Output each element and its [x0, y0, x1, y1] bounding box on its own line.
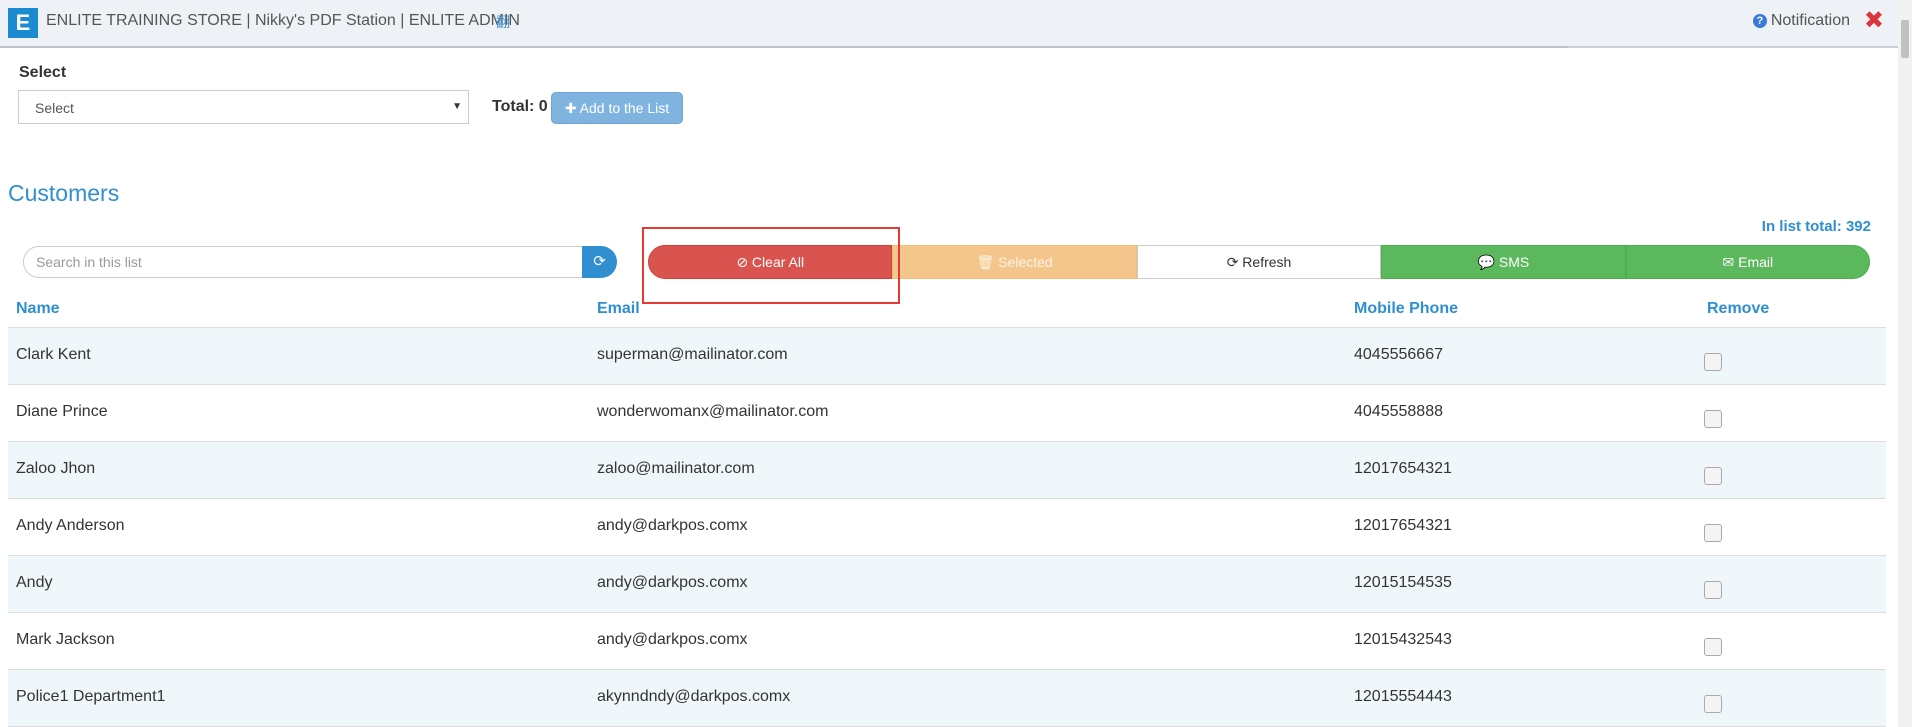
- cell-email: andy@darkpos.comx: [597, 631, 748, 648]
- translate-icon[interactable]: 翻: [496, 12, 510, 32]
- cell-phone: 12017654321: [1354, 517, 1452, 534]
- table-row: Diane Prince wonderwomanx@mailinator.com…: [8, 385, 1886, 442]
- cell-email: zaloo@mailinator.com: [597, 460, 755, 477]
- column-header-email[interactable]: Email: [597, 300, 640, 318]
- vertical-scrollbar[interactable]: [1898, 0, 1912, 727]
- scrollbar-thumb[interactable]: [1901, 20, 1909, 58]
- remove-checkbox[interactable]: [1704, 638, 1722, 656]
- list-total: In list total: 392: [1761, 218, 1871, 235]
- cell-name: Diane Prince: [16, 403, 108, 420]
- cell-name: Andy: [16, 574, 53, 591]
- notification-link[interactable]: ? Notification: [1752, 12, 1850, 30]
- question-circle-icon: ?: [1752, 14, 1767, 28]
- remove-checkbox[interactable]: [1704, 410, 1722, 428]
- remove-checkbox[interactable]: [1704, 581, 1722, 599]
- column-header-name[interactable]: Name: [16, 300, 60, 318]
- sms-button[interactable]: 💬 SMS: [1381, 245, 1626, 279]
- search-input[interactable]: [23, 246, 583, 278]
- close-icon[interactable]: ✖: [1864, 6, 1884, 35]
- table-row: Andy andy@darkpos.comx 12015154535: [8, 556, 1886, 613]
- remove-selected-button[interactable]: 🗑 Selected: [892, 245, 1137, 279]
- action-button-group: ⊘ Clear All 🗑 Selected ⟳ Refresh 💬 SMS ✉…: [648, 245, 1871, 279]
- remove-checkbox[interactable]: [1704, 695, 1722, 713]
- cell-phone: 12015554443: [1354, 688, 1452, 705]
- column-header-phone[interactable]: Mobile Phone: [1354, 300, 1458, 318]
- section-title: Customers: [8, 180, 120, 206]
- select-value: Select: [35, 100, 74, 116]
- email-button[interactable]: ✉ Email: [1625, 245, 1871, 279]
- refresh-button[interactable]: ⟳ Refresh: [1136, 245, 1382, 279]
- table-row: Police1 Department1 akynndndy@darkpos.co…: [8, 670, 1886, 727]
- cell-email: andy@darkpos.comx: [597, 574, 748, 591]
- remove-checkbox[interactable]: [1704, 467, 1722, 485]
- cell-name: Zaloo Jhon: [16, 460, 96, 477]
- caret-down-icon: ▼: [452, 101, 462, 112]
- cell-name: Clark Kent: [16, 346, 91, 363]
- cell-phone: 12017654321: [1354, 460, 1452, 477]
- refresh-icon: ⟳: [593, 253, 606, 270]
- cell-name: Police1 Department1: [16, 688, 166, 705]
- cell-phone: 12015432543: [1354, 631, 1452, 648]
- enlite-logo: E: [8, 8, 38, 38]
- top-bar: E ENLITE TRAINING STORE | Nikky's PDF St…: [0, 0, 1912, 48]
- table-row: Andy Anderson andy@darkpos.comx 12017654…: [8, 499, 1886, 556]
- notification-label: Notification: [1770, 12, 1850, 29]
- cell-email: superman@mailinator.com: [597, 346, 788, 363]
- column-header-remove[interactable]: Remove: [1707, 300, 1769, 318]
- search-group: ⟳: [23, 246, 617, 278]
- cell-email: wonderwomanx@mailinator.com: [597, 403, 829, 420]
- remove-checkbox[interactable]: [1704, 353, 1722, 371]
- remove-checkbox[interactable]: [1704, 524, 1722, 542]
- select-label: Select: [19, 64, 67, 81]
- cell-name: Mark Jackson: [16, 631, 115, 648]
- add-to-list-button[interactable]: ✚ Add to the List: [551, 92, 683, 124]
- total-count: Total: 0: [492, 98, 548, 115]
- table-row: Clark Kent superman@mailinator.com 40455…: [8, 328, 1886, 385]
- cell-email: akynndndy@darkpos.comx: [597, 688, 791, 705]
- cell-phone: 4045558888: [1354, 403, 1443, 420]
- cell-email: andy@darkpos.comx: [597, 517, 748, 534]
- search-refresh-button[interactable]: ⟳: [582, 246, 617, 278]
- header-divider: [0, 46, 1568, 48]
- table-header: Name Email Mobile Phone Remove: [8, 296, 1886, 328]
- window-title: ENLITE TRAINING STORE | Nikky's PDF Stat…: [46, 12, 520, 29]
- cell-phone: 12015154535: [1354, 574, 1452, 591]
- table-row: Zaloo Jhon zaloo@mailinator.com 12017654…: [8, 442, 1886, 499]
- cell-name: Andy Anderson: [16, 517, 125, 534]
- cell-phone: 4045556667: [1354, 346, 1443, 363]
- clear-all-button[interactable]: ⊘ Clear All: [648, 245, 893, 279]
- customer-group-select[interactable]: Select ▼: [18, 90, 469, 124]
- customers-table: Name Email Mobile Phone Remove Clark Ken…: [8, 296, 1886, 727]
- table-row: Mark Jackson andy@darkpos.comx 120154325…: [8, 613, 1886, 670]
